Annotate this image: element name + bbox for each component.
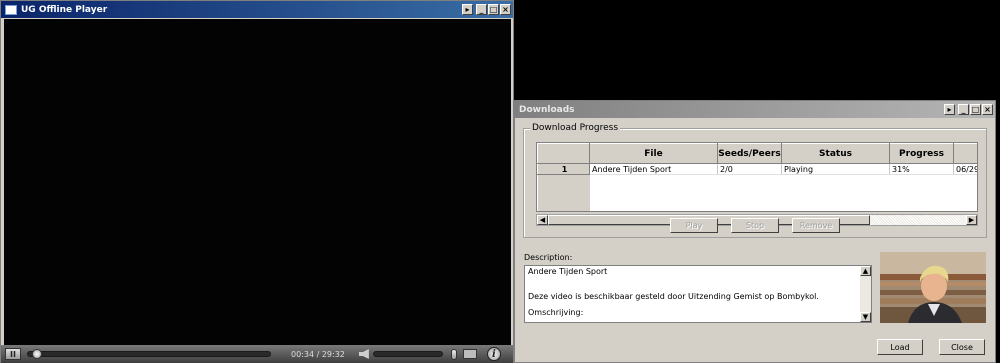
app-icon [5, 4, 17, 15]
table-header-row: File Seeds/Peers Status Progress [537, 143, 977, 164]
downloads-table: File Seeds/Peers Status Progress 1 Ander… [536, 142, 978, 212]
time-display: 00:34 / 29:32 [291, 349, 345, 359]
seek-bar[interactable] [27, 349, 271, 359]
row-number: 1 [537, 163, 590, 175]
scroll-left-icon[interactable]: ◀ [537, 215, 548, 225]
video-area[interactable] [4, 19, 511, 345]
player-title: UG Offline Player [21, 4, 108, 15]
player-controls: II 00:34 / 29:32 i [1, 345, 513, 363]
load-button[interactable]: Load [877, 339, 923, 355]
remove-button[interactable]: Remove [792, 218, 840, 233]
player-titlebar[interactable]: UG Offline Player ▸ _ □ × [1, 1, 513, 18]
column-header-file[interactable]: File [589, 143, 718, 164]
stop-button[interactable]: Stop [731, 218, 779, 233]
downloads-window: Downloads ▸ _ □ × Download Progress File… [514, 100, 996, 363]
downloads-window-buttons: ▸ _ □ × [944, 104, 993, 115]
play-button[interactable]: Play [670, 218, 718, 233]
volume-bar[interactable] [372, 351, 443, 357]
pause-button[interactable]: II [5, 348, 21, 360]
cell-seeds: 2/0 [717, 163, 782, 175]
cell-status: Playing [781, 163, 890, 175]
description-textbox[interactable]: Andere Tijden Sport Deze video is beschi… [524, 265, 872, 323]
cell-date: 06/29/ [953, 163, 977, 175]
seek-knob[interactable] [32, 349, 42, 359]
cell-file: Andere Tijden Sport [589, 163, 718, 175]
maximize-button[interactable]: □ [488, 4, 499, 15]
scroll-right-icon[interactable]: ▶ [966, 215, 977, 225]
downloads-title: Downloads [519, 104, 575, 115]
table-row[interactable]: 1 Andere Tijden Sport 2/0 Playing 31% 06… [537, 163, 977, 175]
help-arrow-icon[interactable]: ▸ [462, 4, 473, 15]
close-button[interactable]: Close [939, 339, 985, 355]
fullscreen-icon[interactable] [462, 349, 477, 359]
description-line [528, 276, 868, 285]
column-header-rownum[interactable] [537, 143, 590, 164]
scroll-track[interactable] [870, 215, 966, 225]
close-button[interactable]: × [982, 104, 993, 115]
description-line: Andere Tijden Sport [528, 267, 608, 276]
column-header-progress[interactable]: Progress [889, 143, 954, 164]
column-header-status[interactable]: Status [781, 143, 890, 164]
cell-progress: 31% [889, 163, 954, 175]
video-thumbnail [880, 252, 986, 323]
player-window-buttons: ▸ _ □ × [462, 4, 511, 15]
description-label: Description: [524, 253, 573, 262]
info-button[interactable]: i [486, 347, 501, 361]
volume-knob[interactable] [450, 348, 457, 360]
scroll-up-icon[interactable]: ▲ [860, 266, 871, 276]
scroll-down-icon[interactable]: ▼ [860, 312, 871, 322]
maximize-button[interactable]: □ [970, 104, 981, 115]
description-line [528, 301, 868, 307]
group-title: Download Progress [530, 123, 621, 133]
player-window: UG Offline Player ▸ _ □ × II 00:34 / 29:… [0, 0, 514, 363]
minimize-button[interactable]: _ [958, 104, 969, 115]
description-line: Deze video is beschikbaar gesteld door U… [528, 292, 819, 301]
volume-icon[interactable] [358, 349, 369, 359]
close-button[interactable]: × [500, 4, 511, 15]
description-line: Omschrijving: [528, 308, 584, 317]
empty-row [537, 174, 978, 211]
minimize-button[interactable]: _ [476, 4, 487, 15]
vertical-scrollbar[interactable]: ▲ ▼ [860, 266, 871, 322]
downloads-titlebar[interactable]: Downloads ▸ _ □ × [515, 101, 995, 118]
column-header-seeds[interactable]: Seeds/Peers [717, 143, 782, 164]
help-arrow-icon[interactable]: ▸ [944, 104, 955, 115]
column-header-date[interactable] [953, 143, 977, 164]
